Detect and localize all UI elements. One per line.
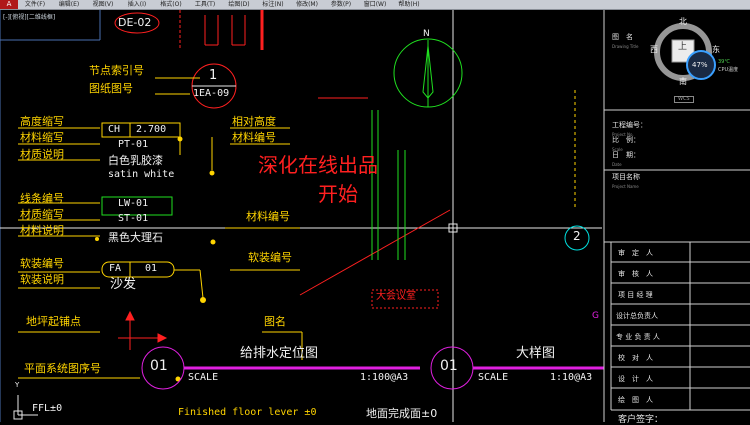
- right-title-number: 01: [440, 358, 458, 374]
- texture-abbr-label: 材质缩写: [20, 208, 64, 221]
- floor-done-text: 地面完成面±0: [366, 407, 438, 420]
- pt-text: PT-01: [118, 139, 149, 150]
- floor-start-label: 地坪起铺点: [26, 315, 81, 328]
- north-label: N: [423, 29, 430, 39]
- wcs-menu[interactable]: WCS: [674, 96, 694, 103]
- soft-no2-label: 软装编号: [248, 251, 292, 264]
- menu-format[interactable]: 格式(O): [154, 0, 188, 9]
- north-arrow: [393, 38, 463, 108]
- detail-index-symbol: [155, 63, 237, 109]
- menu-tools[interactable]: 工具(T): [188, 0, 222, 9]
- ffl-text: FFL±0: [32, 403, 63, 414]
- right-scale-label: SCALE: [478, 372, 509, 383]
- menu-view[interactable]: 视图(V): [86, 0, 120, 9]
- latex-paint-text: 白色乳胶漆: [108, 154, 163, 167]
- menu-modify[interactable]: 修改(M): [290, 0, 324, 9]
- material-abbr-label: 材料缩写: [20, 131, 64, 144]
- st-text: ST-01: [118, 213, 149, 224]
- menu-file[interactable]: 文件(F): [18, 0, 52, 9]
- viewcube-face[interactable]: 上: [678, 43, 687, 52]
- viewcube-north[interactable]: 北: [679, 18, 687, 26]
- tb-signoff-reviewer: 审 核 人: [618, 270, 653, 278]
- gauge-percent: 47%: [692, 61, 708, 69]
- menu-insert[interactable]: 插入(I): [120, 0, 154, 9]
- material-desc2-label: 材料说明: [20, 224, 64, 237]
- drawing-no-label: 图纸图号: [89, 82, 133, 95]
- plan-seq-label: 平面系统图序号: [24, 362, 101, 375]
- left-scale-ratio: 1:100@A3: [360, 372, 409, 383]
- tb-figure-name: 图 名 Drawing Title: [612, 33, 639, 49]
- ch-text: CH: [108, 124, 121, 135]
- detail-circle-ref: 1EA-09: [193, 88, 230, 99]
- height-abbr-label: 高度缩写: [20, 115, 64, 128]
- viewport-controls[interactable]: [-][俯视][二维线框]: [3, 12, 55, 21]
- menu-draw[interactable]: 绘图(D): [222, 0, 256, 9]
- tb-signoff-design-lead: 设计总负责人: [616, 312, 658, 320]
- red-title-line2: 开始: [318, 182, 358, 206]
- marble-text: 黑色大理石: [108, 231, 163, 244]
- ucs-y-label: Y: [15, 381, 20, 389]
- cpu-temp-value: 39℃: [718, 59, 730, 65]
- tb-signoff-checker: 校 对 人: [618, 354, 653, 362]
- red-walls: [179, 10, 368, 99]
- menu-dimension[interactable]: 标注(N): [256, 0, 290, 9]
- tb-signoff-discipline-lead: 专 业 负 责 人: [616, 333, 660, 341]
- finished-floor-text: Finished floor lever ±0: [178, 407, 317, 418]
- relative-height-label: 相对高度: [232, 115, 276, 128]
- fa-text: FA: [109, 263, 122, 274]
- red-diagonal: [299, 209, 451, 296]
- autocad-logo-icon[interactable]: A: [0, 0, 18, 9]
- g-mark: G: [592, 311, 599, 321]
- axis-number: 2: [573, 229, 581, 243]
- viewcube-west[interactable]: 西: [650, 46, 658, 54]
- lw-text: LW-01: [118, 198, 149, 209]
- floor-start-marker: [118, 310, 168, 350]
- cpu-temp-label: CPU温度: [718, 67, 739, 73]
- soft-desc-label: 软装说明: [20, 273, 64, 286]
- tb-client-sign: 客户签字：: [618, 415, 664, 425]
- material-no-label: 材料编号: [232, 131, 276, 144]
- menu-bar: A 文件(F) 编辑(E) 视图(V) 插入(I) 格式(O) 工具(T) 绘图…: [0, 0, 750, 10]
- satin-white-text: satin white: [108, 169, 175, 180]
- meeting-room-label: 大会议室: [376, 291, 416, 302]
- tb-project-name: 项目名称 Project Name: [612, 173, 640, 189]
- tb-date: 日 期： Date: [612, 151, 640, 167]
- node-index-label: 节点索引号: [89, 64, 144, 77]
- drawing-name-label: 图名: [264, 315, 286, 328]
- sofa-text: 沙发: [110, 277, 137, 292]
- red-title-line1: 深化在线出品: [258, 153, 378, 177]
- line-no-label: 线条编号: [20, 192, 64, 205]
- tb-signoff-designer: 设 计 人: [618, 375, 653, 383]
- detail-circle-number: 1: [209, 68, 218, 83]
- fa-num: 01: [145, 263, 158, 274]
- tb-signoff-approver: 审 定 人: [618, 249, 653, 257]
- drawing-canvas[interactable]: DE-02 节点索引号 图纸图号 1 1EA-09 高度缩写 相对高度 CH 2…: [0, 10, 750, 425]
- menu-parameters[interactable]: 参数(P): [324, 0, 358, 9]
- green-lines: [371, 110, 406, 260]
- de02-label: DE-02: [118, 16, 152, 29]
- left-title-number: 01: [150, 358, 168, 374]
- soft-no-label: 软装编号: [20, 257, 64, 270]
- left-scale-label: SCALE: [188, 372, 219, 383]
- menu-edit[interactable]: 编辑(E): [52, 0, 86, 9]
- tb-signoff-drafter: 绘 图 人: [618, 396, 653, 404]
- menu-help[interactable]: 帮助(H): [392, 0, 426, 9]
- material-desc-label: 材质说明: [20, 148, 64, 161]
- menu-window[interactable]: 窗口(W): [358, 0, 392, 9]
- material-no2-label: 材料编号: [246, 210, 290, 223]
- viewcube-east[interactable]: 东: [712, 46, 720, 54]
- right-title-name: 大样图: [516, 346, 556, 361]
- ch-value: 2.700: [136, 124, 167, 135]
- leader-lines: [18, 90, 576, 379]
- left-title-name: 给排水定位图: [240, 346, 319, 361]
- right-scale-ratio: 1:10@A3: [550, 372, 593, 383]
- tb-signoff-pm: 项 目 经 理: [618, 291, 653, 299]
- viewcube-south[interactable]: 南: [679, 78, 687, 86]
